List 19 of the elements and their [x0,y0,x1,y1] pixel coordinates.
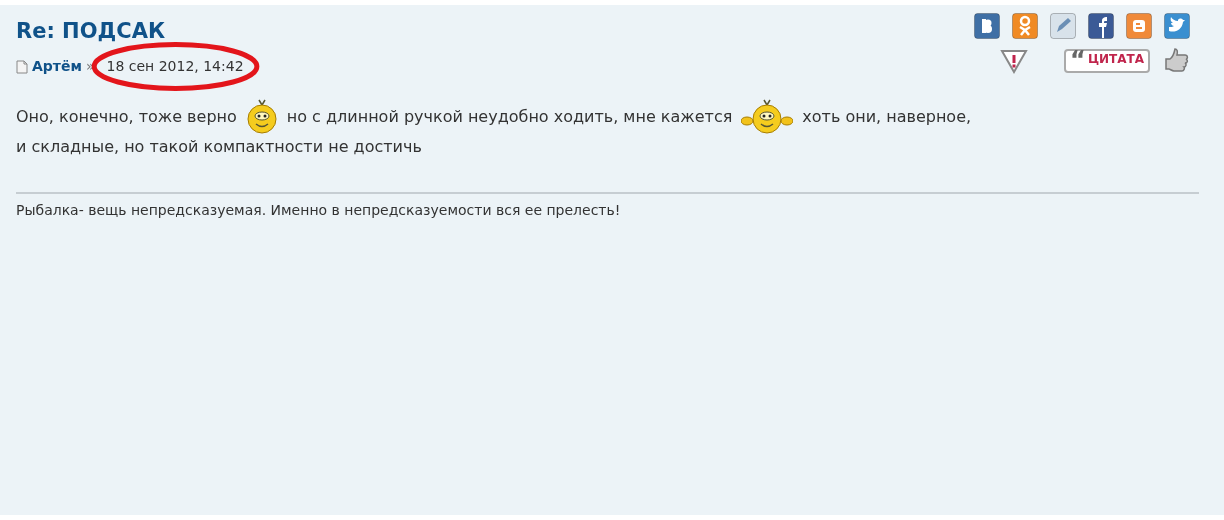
blogger-logo-icon[interactable] [1126,13,1152,39]
smiley-icon [245,99,278,136]
message-text: Оно, конечно, тоже верно [16,106,237,129]
bird-icon[interactable] [1164,13,1190,39]
thumbs-up-icon[interactable] [1164,47,1190,75]
author-link[interactable]: Артём [32,56,82,78]
message-text: хоть они, наверное, [802,106,972,129]
message-text: и складные, но такой компактности не достичь [16,136,422,159]
post-title[interactable]: Re: ПОДСАК [16,19,1208,45]
report-icon[interactable] [1000,48,1029,74]
document-icon [16,59,28,74]
post-date: 18 сен 2012, 14:42 [106,58,244,75]
pencil-icon[interactable] [1050,13,1076,39]
vk-logo-icon[interactable] [974,13,1000,39]
smiley-icon [741,99,794,136]
ok-logo-icon[interactable] [1012,13,1038,39]
facebook-logo-icon[interactable] [1088,13,1114,39]
signature-text: Рыбалка- вещь непредсказуемая. Именно в непредсказуемости вся ее прелесть! [16,192,1199,222]
message-text: но с длинной ручкой неудобно ходить, мне кажется [286,106,733,129]
